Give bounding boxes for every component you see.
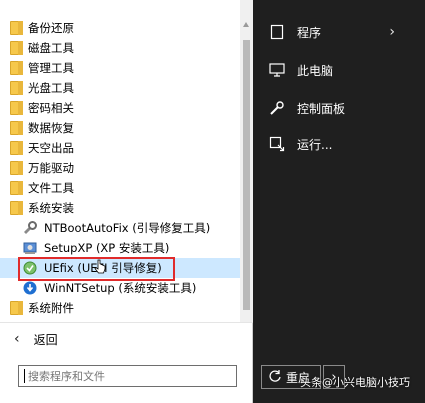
app-label: WinNTSetup (系统安装工具) [44, 281, 197, 295]
folder-icon [10, 61, 23, 75]
folder-icon [10, 201, 23, 215]
watermark: 头条@小兴电脑小技巧 [300, 376, 410, 389]
app-label: NTBootAutoFix (引导修复工具) [44, 221, 211, 235]
search-box[interactable] [18, 365, 237, 387]
chevron-left-icon: ‹ [14, 331, 20, 347]
folder-item[interactable]: 系统附件 [0, 298, 240, 318]
menu-label: 程序 [297, 25, 322, 40]
folder-label: 万能驱动 [28, 161, 74, 175]
folder-label: 天空出品 [28, 141, 74, 155]
winntsetup-icon [22, 280, 38, 296]
folder-icon [10, 21, 23, 35]
folder-item[interactable]: 管理工具 [0, 58, 240, 78]
menu-label: 控制面板 [297, 101, 346, 116]
app-item-uefix[interactable]: UEfix (UEFI 引导修复) [0, 258, 240, 278]
folder-label: 光盘工具 [28, 81, 74, 95]
folder-item[interactable]: 备份还原 [0, 18, 240, 38]
folder-item[interactable]: 光盘工具 [0, 78, 240, 98]
menu-item-programs[interactable]: 程序 › [253, 15, 425, 49]
menu-label: 此电脑 [297, 63, 334, 78]
folder-item[interactable]: 文件工具 [0, 178, 240, 198]
folder-icon [10, 181, 23, 195]
programs-list-panel: 备份还原 磁盘工具 管理工具 光盘工具 密码相关 数据恢复 天空出品 万能驱动 [0, 0, 253, 403]
menu-label: 运行... [297, 137, 333, 152]
folder-label: 磁盘工具 [28, 41, 74, 55]
folder-icon [10, 141, 23, 155]
wrench-icon [269, 100, 285, 116]
chevron-right-icon: › [389, 24, 395, 40]
folder-label: 密码相关 [28, 101, 74, 115]
folder-icon [10, 301, 23, 315]
ntbootautofix-icon [22, 220, 38, 236]
menu-item-control-panel[interactable]: 控制面板 [253, 91, 425, 125]
folder-item[interactable]: 数据恢复 [0, 118, 240, 138]
folder-item[interactable]: 万能驱动 [0, 158, 240, 178]
menu-item-this-pc[interactable]: 此电脑 [253, 53, 425, 87]
start-right-panel: 程序 › 此电脑 控制面板 运行... [253, 0, 425, 403]
app-label: SetupXP (XP 安装工具) [44, 241, 170, 255]
folder-item[interactable]: 密码相关 [0, 98, 240, 118]
scroll-up-icon[interactable] [243, 22, 249, 27]
programs-icon [269, 24, 285, 40]
menu-item-run[interactable]: 运行... [253, 127, 425, 161]
folder-item-expanded[interactable]: 系统安装 [0, 198, 240, 218]
search-input[interactable] [28, 369, 218, 383]
folder-item[interactable]: 磁盘工具 [0, 38, 240, 58]
app-item-ntbootautofix[interactable]: NTBootAutoFix (引导修复工具) [0, 218, 240, 238]
back-button[interactable]: ‹ 返回 [0, 329, 253, 349]
folder-item[interactable]: 天空出品 [0, 138, 240, 158]
folder-icon [10, 101, 23, 115]
folder-list: 备份还原 磁盘工具 管理工具 光盘工具 密码相关 数据恢复 天空出品 万能驱动 [0, 0, 240, 322]
folder-icon [10, 81, 23, 95]
app-item-setupxp[interactable]: SetupXP (XP 安装工具) [0, 238, 240, 258]
scrollbar[interactable] [240, 0, 253, 322]
folder-label: 文件工具 [28, 181, 74, 195]
scroll-thumb[interactable] [243, 40, 250, 310]
folder-icon [10, 121, 23, 135]
setupxp-icon [22, 240, 38, 256]
divider [0, 322, 253, 323]
folder-label: 系统附件 [28, 301, 74, 315]
computer-icon [269, 62, 285, 78]
uefix-icon [22, 260, 38, 276]
back-label: 返回 [33, 332, 58, 347]
run-icon [269, 136, 285, 152]
folder-label: 数据恢复 [28, 121, 74, 135]
folder-label: 系统安装 [28, 201, 74, 215]
folder-icon [10, 41, 23, 55]
folder-label: 备份还原 [28, 21, 74, 35]
hand-cursor-icon [94, 259, 106, 274]
folder-label: 管理工具 [28, 61, 74, 75]
restart-icon [268, 369, 282, 386]
app-item-winntsetup[interactable]: WinNTSetup (系统安装工具) [0, 278, 240, 298]
folder-icon [10, 161, 23, 175]
text-caret [24, 369, 25, 383]
